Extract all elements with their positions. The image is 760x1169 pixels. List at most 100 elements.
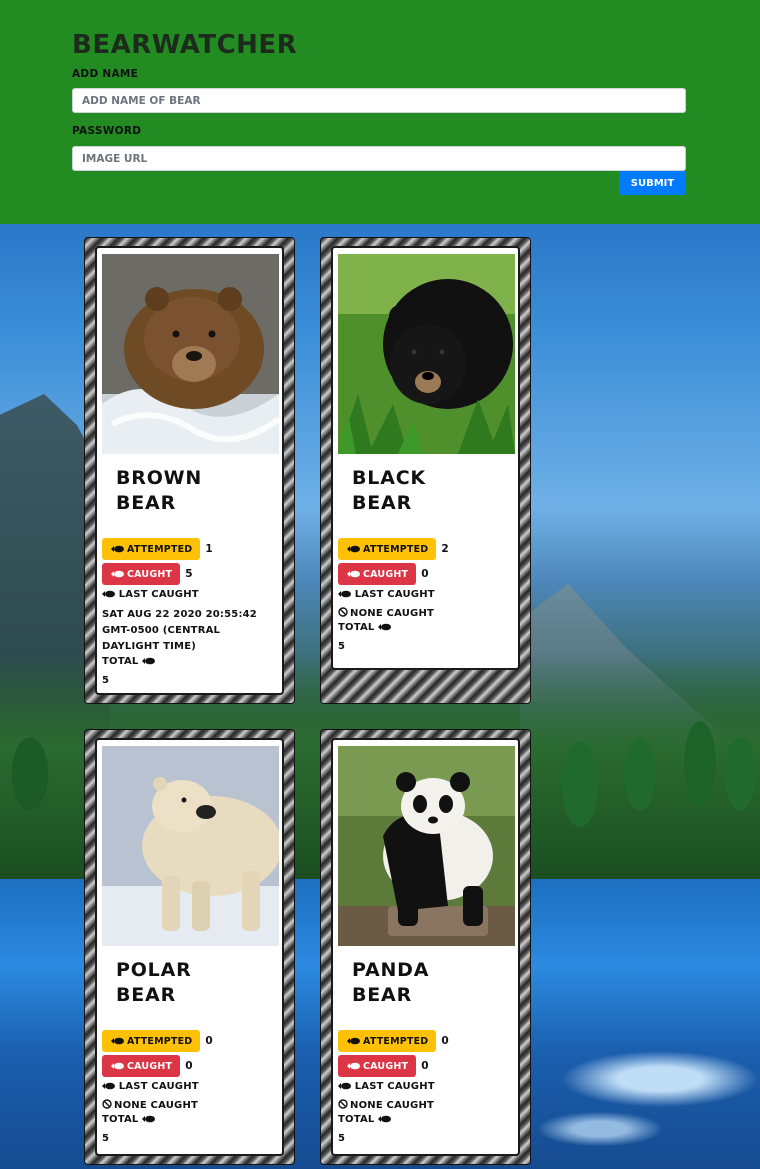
attempted-label: ATTEMPTED [127,1035,193,1047]
fish-icon [347,545,360,553]
attempted-count: 1 [205,543,213,555]
attempted-count: 0 [441,1035,449,1047]
total-label: TOTAL [338,622,375,633]
total-count: 5 [338,1133,345,1144]
ban-icon [338,607,348,617]
caught-label: CAUGHT [363,1060,409,1072]
bear-photo [338,254,515,454]
ban-icon [338,1099,348,1109]
bear-photo [338,746,515,946]
caught-label: CAUGHT [127,1060,173,1072]
fish-icon [347,1037,360,1045]
total-count: 5 [102,1133,109,1144]
attempted-label: ATTEMPTED [363,1035,429,1047]
none-caught-label: NONE CAUGHT [114,1100,199,1111]
image-url-input[interactable] [72,146,686,171]
fish-icon [111,1062,124,1070]
caught-count: 0 [185,1060,193,1072]
ban-icon [102,1099,112,1109]
total-label: TOTAL [102,656,139,667]
last-caught-heading: LAST CAUGHT [338,1080,513,1094]
bear-name: POLAR BEAR [116,959,192,1006]
total-count: 5 [338,641,345,652]
add-bear-form: BEARWATCHER ADD NAME PASSWORD SUBMIT [0,0,760,224]
bear-name-input[interactable] [72,88,686,113]
caught-row: CAUGHT 5 [102,562,277,586]
bear-photo [102,254,279,454]
fish-icon [338,1082,351,1090]
total-label: TOTAL [338,1114,375,1125]
total-count: 5 [102,675,109,686]
fish-icon [378,1115,392,1123]
last-caught-label: LAST CAUGHT [354,589,435,600]
attempted-label: ATTEMPTED [127,543,193,555]
attempted-count: 2 [441,543,449,555]
attempted-button[interactable]: ATTEMPTED [338,1030,437,1052]
bear-card-polar: POLAR BEAR ATTEMPTED 0 CAUGHT 0 LAST CAU… [84,729,295,1165]
fish-icon [142,657,156,665]
brand-title: BEARWATCHER [72,30,298,60]
fish-icon [378,623,392,631]
last-caught-label: LAST CAUGHT [118,589,199,600]
attempted-row: ATTEMPTED 0 [102,1029,277,1053]
total-heading: TOTAL [338,621,513,635]
name-label: ADD NAME [72,68,139,80]
none-caught-status: NONE CAUGHT [102,1099,277,1113]
last-caught-label: LAST CAUGHT [354,1081,435,1092]
bear-card-body: POLAR BEAR ATTEMPTED 0 CAUGHT 0 LAST CAU… [95,738,284,1156]
caught-label: CAUGHT [127,568,173,580]
fish-icon [347,1062,360,1070]
caught-count: 0 [421,1060,429,1072]
caught-row: CAUGHT 0 [338,562,513,586]
caught-button[interactable]: CAUGHT [102,563,181,585]
bear-card-panda: PANDA BEAR ATTEMPTED 0 CAUGHT 0 LAST CAU… [320,729,531,1165]
caught-row: CAUGHT 0 [102,1054,277,1078]
bear-card-body: PANDA BEAR ATTEMPTED 0 CAUGHT 0 LAST CAU… [331,738,520,1156]
fish-icon [102,1082,115,1090]
attempted-button[interactable]: ATTEMPTED [102,1030,201,1052]
attempted-label: ATTEMPTED [363,543,429,555]
bear-name: BROWN BEAR [116,467,203,514]
fish-icon [111,545,124,553]
attempted-row: ATTEMPTED 1 [102,537,277,561]
caught-count: 0 [421,568,429,580]
fish-icon [338,590,351,598]
last-caught-heading: LAST CAUGHT [102,588,277,602]
attempted-row: ATTEMPTED 0 [338,1029,513,1053]
fish-icon [102,590,115,598]
fish-icon [142,1115,156,1123]
password-label: PASSWORD [72,125,142,137]
none-caught-label: NONE CAUGHT [350,1100,435,1111]
bear-name: PANDA BEAR [352,959,430,1006]
fish-icon [347,570,360,578]
bear-card-brown: BROWN BEAR ATTEMPTED 1 CAUGHT 5 LAST CAU… [84,237,295,704]
bear-photo [102,746,279,946]
total-heading: TOTAL [102,655,277,669]
total-label: TOTAL [102,1114,139,1125]
total-heading: TOTAL [338,1113,513,1127]
fish-icon [111,1037,124,1045]
bear-card-black: BLACK BEAR ATTEMPTED 2 CAUGHT 0 LAST CAU… [320,237,531,704]
bear-card-body: BROWN BEAR ATTEMPTED 1 CAUGHT 5 LAST CAU… [95,246,284,695]
attempted-row: ATTEMPTED 2 [338,537,513,561]
last-caught-heading: LAST CAUGHT [338,588,513,602]
submit-button[interactable]: SUBMIT [619,171,686,195]
caught-button[interactable]: CAUGHT [338,1055,417,1077]
none-caught-status: NONE CAUGHT [338,1099,513,1113]
caught-label: CAUGHT [363,568,409,580]
last-caught-timestamp: SAT AUG 22 2020 20:55:42 GMT-0500 (CENTR… [102,609,257,652]
bear-name: BLACK BEAR [352,467,426,514]
attempted-button[interactable]: ATTEMPTED [338,538,437,560]
attempted-button[interactable]: ATTEMPTED [102,538,201,560]
last-caught-heading: LAST CAUGHT [102,1080,277,1094]
none-caught-label: NONE CAUGHT [350,608,435,619]
caught-button[interactable]: CAUGHT [338,563,417,585]
last-caught-label: LAST CAUGHT [118,1081,199,1092]
caught-button[interactable]: CAUGHT [102,1055,181,1077]
caught-count: 5 [185,568,193,580]
caught-row: CAUGHT 0 [338,1054,513,1078]
bear-card-body: BLACK BEAR ATTEMPTED 2 CAUGHT 0 LAST CAU… [331,246,520,670]
none-caught-status: NONE CAUGHT [338,607,513,621]
fish-icon [111,570,124,578]
attempted-count: 0 [205,1035,213,1047]
